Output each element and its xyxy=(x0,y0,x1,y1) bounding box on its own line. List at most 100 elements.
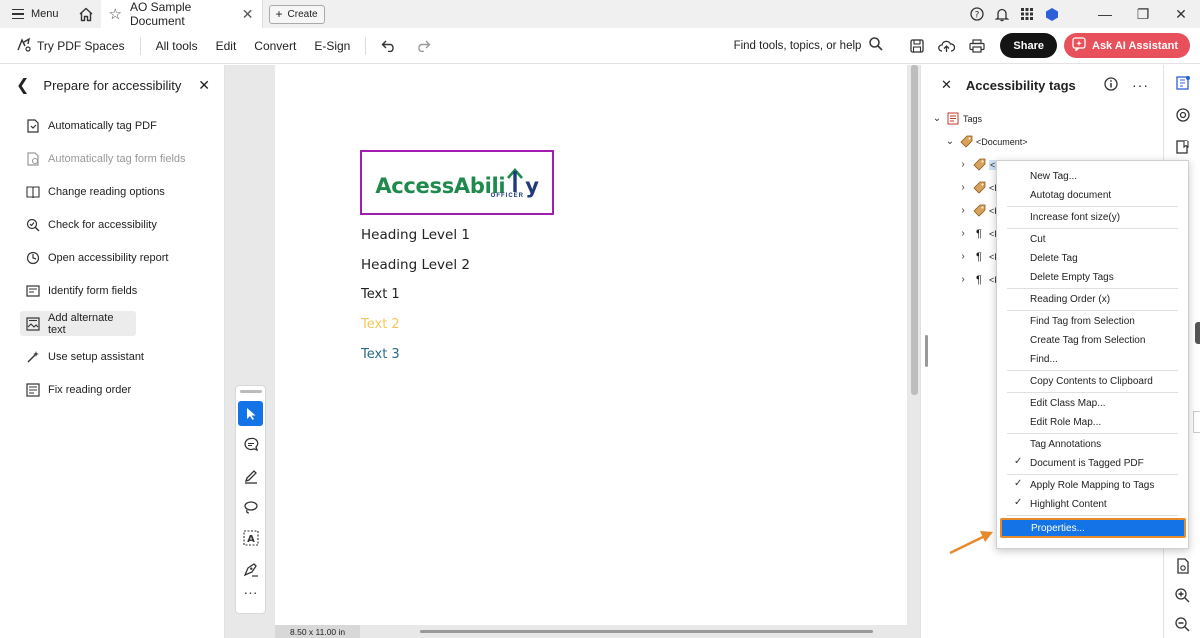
menu-item-autotag-document[interactable]: Autotag document xyxy=(997,186,1188,205)
chevron-right-icon[interactable]: › xyxy=(957,274,969,285)
text-2[interactable]: Text 2 xyxy=(361,317,400,332)
menu-item-properties[interactable]: Properties... xyxy=(1000,518,1186,538)
drag-handle[interactable] xyxy=(239,390,262,393)
menu-item-edit-class-map[interactable]: Edit Class Map... xyxy=(997,394,1188,413)
esign-button[interactable]: E-Sign xyxy=(305,28,359,64)
tool-item-change-reading-options[interactable]: Change reading options xyxy=(20,179,204,204)
chevron-down-icon[interactable]: ⌄ xyxy=(931,113,943,124)
share-button[interactable]: Share xyxy=(1000,33,1057,58)
convert-button[interactable]: Convert xyxy=(245,28,305,64)
menu-item-increase-font-size-y[interactable]: Increase font size(y) xyxy=(997,208,1188,227)
sign-icon[interactable] xyxy=(238,556,263,581)
back-arrow-icon[interactable]: ❮ xyxy=(16,75,29,95)
home-icon[interactable] xyxy=(71,0,101,28)
zoom-in-icon[interactable] xyxy=(1164,579,1200,611)
menu-item-highlight-content[interactable]: ✓ Highlight Content xyxy=(997,495,1188,514)
menu-item-label: Delete Empty Tags xyxy=(1030,272,1114,283)
all-tools-button[interactable]: All tools xyxy=(147,28,207,64)
minimize-icon[interactable]: — xyxy=(1086,0,1124,28)
menu-item-find-tag-from-selection[interactable]: Find Tag from Selection xyxy=(997,312,1188,331)
add-comment-icon[interactable] xyxy=(238,432,263,457)
tool-item-add-alternate-text[interactable]: Add alternate text xyxy=(20,311,136,336)
pdf-page[interactable]: AccessAbili y OFFICER Heading Level 1 Hea… xyxy=(275,65,907,638)
apps-grid-icon[interactable] xyxy=(1014,0,1039,28)
menu-item-new-tag[interactable]: New Tag... xyxy=(997,167,1188,186)
tool-item-use-setup-assistant[interactable]: Use setup assistant xyxy=(20,344,204,369)
rail-collapse-tab[interactable] xyxy=(1195,322,1200,344)
tree-document-row[interactable]: ⌄ <Document> xyxy=(921,130,1163,153)
add-text-icon[interactable]: A xyxy=(238,525,263,550)
menu-item-copy-contents-to-clipboard[interactable]: Copy Contents to Clipboard xyxy=(997,372,1188,391)
horizontal-scrollbar[interactable] xyxy=(420,630,873,633)
try-pdf-spaces-button[interactable]: Try PDF Spaces xyxy=(0,28,134,64)
help-icon[interactable]: ? xyxy=(964,0,989,28)
account-avatar-icon[interactable] xyxy=(1039,0,1064,28)
heading-level-2[interactable]: Heading Level 2 xyxy=(361,257,470,273)
find-tools-search[interactable]: Find tools, topics, or help xyxy=(734,37,904,54)
menu-item-delete-tag[interactable]: Delete Tag xyxy=(997,249,1188,268)
close-tags-panel-icon[interactable]: ✕ xyxy=(941,77,952,93)
menu-item-tag-annotations[interactable]: Tag Annotations xyxy=(997,435,1188,454)
edit-button[interactable]: Edit xyxy=(207,28,246,64)
checkmark-icon: ✓ xyxy=(1014,456,1023,467)
menu-item-label: Find Tag from Selection xyxy=(1030,316,1135,327)
print-icon[interactable] xyxy=(962,28,992,64)
chevron-right-icon[interactable]: › xyxy=(957,251,969,262)
menu-item-reading-order-x[interactable]: Reading Order (x) xyxy=(997,290,1188,309)
star-icon[interactable]: ☆ xyxy=(109,5,122,23)
vertical-scrollbar[interactable] xyxy=(911,65,918,395)
edit-pdf-rail-icon[interactable] xyxy=(1164,67,1200,99)
ask-ai-assistant-button[interactable]: Ask AI Assistant xyxy=(1064,33,1190,58)
chevron-right-icon[interactable]: › xyxy=(957,205,969,216)
notifications-bell-icon[interactable] xyxy=(989,0,1014,28)
heading-level-1[interactable]: Heading Level 1 xyxy=(361,227,470,243)
save-icon[interactable] xyxy=(903,28,931,64)
info-icon[interactable] xyxy=(1104,76,1118,94)
menu-separator xyxy=(1007,392,1178,393)
menu-item-edit-role-map[interactable]: Edit Role Map... xyxy=(997,413,1188,432)
restore-icon[interactable]: ❐ xyxy=(1124,0,1162,28)
toolbar-divider xyxy=(139,36,141,55)
tool-item-identify-form-fields[interactable]: Identify form fields xyxy=(20,278,204,303)
toolbar-divider xyxy=(365,36,367,55)
tool-item-label: Fix reading order xyxy=(48,383,132,396)
close-tab-icon[interactable]: ✕ xyxy=(242,6,254,23)
comments-rail-icon[interactable] xyxy=(1164,99,1200,131)
undo-icon[interactable] xyxy=(372,28,406,64)
tool-item-open-accessibility-report[interactable]: Open accessibility report xyxy=(20,245,204,270)
menu-item-create-tag-from-selection[interactable]: Create Tag from Selection xyxy=(997,331,1188,350)
menu-item-delete-empty-tags[interactable]: Delete Empty Tags xyxy=(997,268,1188,287)
redo-icon[interactable] xyxy=(406,28,440,64)
text-1[interactable]: Text 1 xyxy=(361,287,400,302)
create-button[interactable]: + Create xyxy=(268,4,325,24)
page-thumbnail-rail-icon[interactable] xyxy=(1164,550,1200,582)
chevron-right-icon[interactable]: › xyxy=(957,228,969,239)
rail-expand-tab[interactable] xyxy=(1193,411,1200,433)
cloud-upload-icon[interactable] xyxy=(931,28,962,64)
menu-button[interactable]: Menu xyxy=(0,0,71,28)
more-tools-icon[interactable]: ··· xyxy=(236,585,265,599)
more-options-icon[interactable]: ··· xyxy=(1132,77,1149,93)
chevron-right-icon[interactable]: › xyxy=(957,182,969,193)
select-cursor-icon[interactable] xyxy=(238,401,263,426)
freehand-draw-icon[interactable] xyxy=(238,494,263,519)
zoom-out-icon[interactable] xyxy=(1164,608,1200,638)
close-window-icon[interactable]: ✕ xyxy=(1162,0,1200,28)
menu-item-find[interactable]: Find... xyxy=(997,350,1188,369)
text-3[interactable]: Text 3 xyxy=(361,347,400,362)
tool-item-automatically-tag-pdf[interactable]: Automatically tag PDF xyxy=(20,113,204,138)
document-viewer[interactable]: AccessAbili y OFFICER Heading Level 1 Hea… xyxy=(225,65,920,638)
menu-item-document-is-tagged-pdf[interactable]: ✓ Document is Tagged PDF xyxy=(997,454,1188,473)
panel-resize-handle[interactable] xyxy=(925,335,928,367)
tool-item-check-for-accessibility[interactable]: Check for accessibility xyxy=(20,212,204,237)
bookmarks-rail-icon[interactable] xyxy=(1164,131,1200,163)
highlight-pen-icon[interactable] xyxy=(238,463,263,488)
tool-item-fix-reading-order[interactable]: Fix reading order xyxy=(20,377,204,402)
close-panel-icon[interactable]: ✕ xyxy=(198,77,210,94)
menu-item-apply-role-mapping-to-tags[interactable]: ✓ Apply Role Mapping to Tags xyxy=(997,476,1188,495)
chevron-right-icon[interactable]: › xyxy=(957,159,969,170)
chevron-down-icon[interactable]: ⌄ xyxy=(944,136,956,147)
menu-item-cut[interactable]: Cut xyxy=(997,230,1188,249)
document-tab[interactable]: ☆ AO Sample Document ✕ xyxy=(100,0,263,28)
tree-root-row[interactable]: ⌄ Tags xyxy=(921,107,1163,130)
